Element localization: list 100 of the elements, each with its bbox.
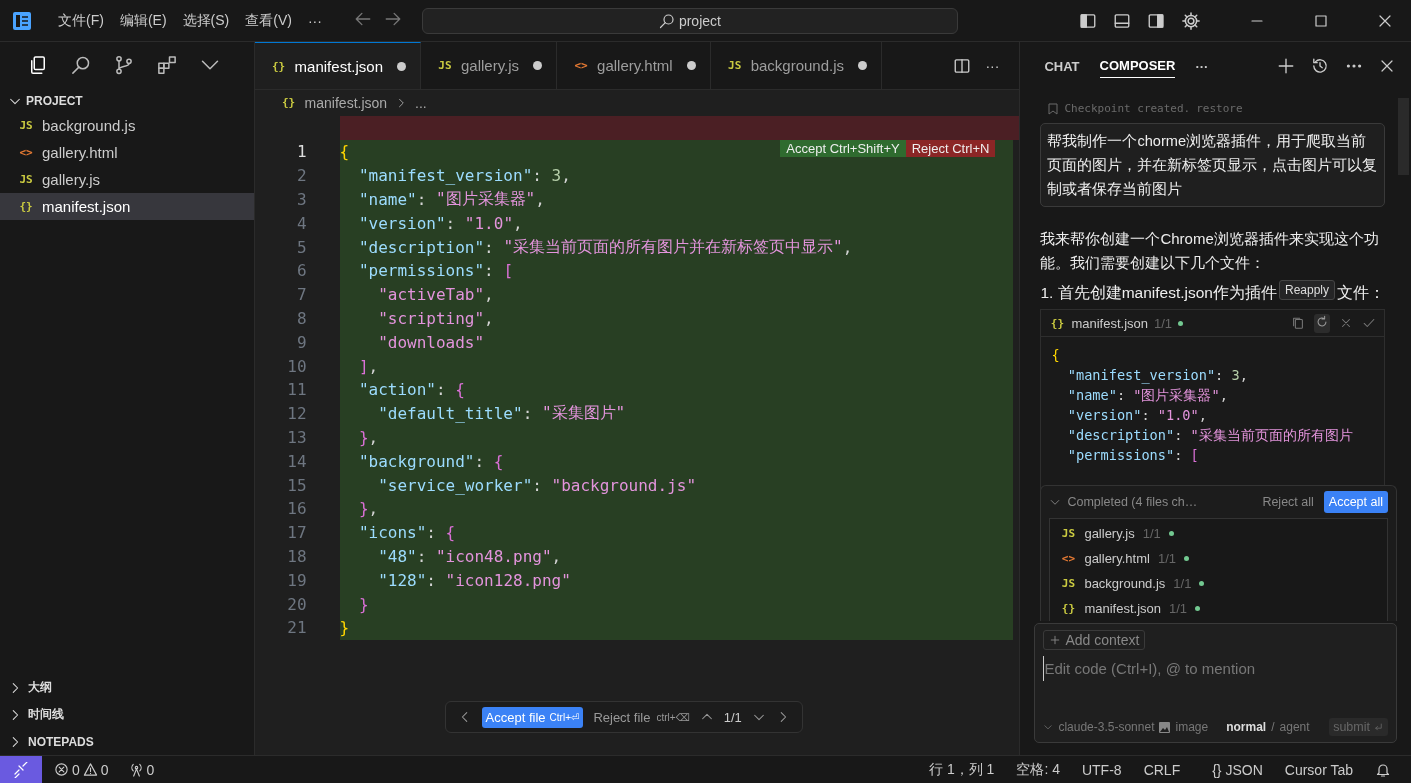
- close-icon[interactable]: [1379, 58, 1395, 74]
- remote-icon[interactable]: [13, 761, 29, 778]
- code-token: }: [357, 427, 369, 447]
- changed-file-item[interactable]: {} manifest.json 1/1: [1050, 596, 1387, 621]
- changed-file-item[interactable]: <> gallery.html 1/1: [1050, 546, 1387, 571]
- code-token: :: [484, 237, 495, 257]
- line-number: 13: [286, 427, 308, 447]
- panel-tab[interactable]: CHAT: [1044, 54, 1080, 78]
- status-item[interactable]: 行 1，列 1: [929, 760, 995, 779]
- accept-change-button[interactable]: Accept Ctrl+Shift+Y: [780, 140, 906, 157]
- line-number: 18: [286, 546, 308, 566]
- bell-icon[interactable]: [1375, 761, 1391, 778]
- section-title[interactable]: PROJECT: [26, 94, 83, 108]
- history-icon[interactable]: [1311, 57, 1329, 75]
- files-icon[interactable]: [28, 54, 48, 75]
- command-search-field[interactable]: project: [421, 7, 958, 34]
- file-type-icon: {}: [1060, 602, 1077, 615]
- code-token: }: [357, 594, 369, 614]
- add-context-button[interactable]: Add context: [1043, 630, 1146, 650]
- code-token: "default_title": [377, 404, 523, 424]
- breadcrumb-item[interactable]: ...: [415, 94, 427, 111]
- code-token: "48": [377, 546, 417, 566]
- file-type-icon: {}: [280, 96, 297, 109]
- line-number: 9: [295, 332, 308, 352]
- model-selector[interactable]: claude-3.5-sonnet: [1058, 720, 1155, 734]
- sidebar-toggle-icon[interactable]: [1079, 11, 1097, 30]
- file-item[interactable]: JS background.js: [0, 112, 254, 139]
- file-type-icon: {}: [18, 200, 34, 213]
- file-type-icon: JS: [18, 173, 34, 186]
- right-sidebar-icon[interactable]: [1147, 11, 1165, 30]
- code-token: "scripting": [377, 308, 485, 328]
- changed-file-item[interactable]: JS background.js 1/1: [1050, 571, 1387, 596]
- line-number: 8: [295, 308, 308, 328]
- panel-tab[interactable]: COMPOSER: [1099, 54, 1176, 78]
- line-number: 16: [286, 499, 308, 519]
- line-number: 3: [295, 190, 308, 209]
- code-token: ,: [368, 499, 379, 519]
- code-token: "name": [357, 190, 417, 209]
- status-item[interactable]: CRLF: [1143, 761, 1181, 778]
- panel-toggle-icon[interactable]: [1113, 11, 1131, 30]
- code-token: :: [1174, 447, 1184, 463]
- forward-arrow-icon[interactable]: [383, 10, 402, 28]
- language-indicator[interactable]: {} JSON: [1212, 761, 1263, 778]
- ports-indicator[interactable]: 0: [128, 761, 155, 778]
- code-token: ,: [561, 166, 571, 186]
- problems-indicator[interactable]: 0 0: [54, 761, 109, 778]
- code-token: "图片采集器": [435, 189, 536, 210]
- section-title[interactable]: 时间线: [28, 706, 64, 723]
- status-item[interactable]: Cursor Tab: [1284, 761, 1353, 778]
- mode-option[interactable]: normal: [1226, 720, 1267, 734]
- more-button[interactable]: ···: [985, 57, 1000, 74]
- plus-icon[interactable]: [1277, 57, 1295, 75]
- breadcrumb-item[interactable]: manifest.json: [304, 94, 388, 111]
- section-title[interactable]: 大纲: [28, 679, 52, 696]
- warning-icon[interactable]: [82, 762, 98, 777]
- image-button[interactable]: image: [1175, 720, 1209, 734]
- status-item[interactable]: UTF-8: [1081, 761, 1122, 778]
- menu-item[interactable]: 查看(V): [237, 7, 300, 34]
- file-type-icon: {}: [270, 59, 287, 73]
- maximize-icon[interactable]: [1313, 12, 1329, 29]
- accept-file-button[interactable]: Accept file Ctrl+⏎: [481, 706, 584, 728]
- code-token: :: [1141, 407, 1151, 423]
- prompt-input-field[interactable]: Edit code (Ctrl+I), @ to mention: [1043, 656, 1389, 681]
- code-token: "采集当前页面的所有图片: [1190, 427, 1353, 443]
- status-item[interactable]: 空格: 4: [1016, 760, 1060, 779]
- search-icon[interactable]: [71, 54, 91, 75]
- menu-item[interactable]: 编辑(E): [111, 7, 175, 34]
- more-menu[interactable]: ···: [299, 8, 330, 33]
- menu-item[interactable]: 选择(S): [174, 7, 238, 34]
- code-token: :: [522, 404, 534, 424]
- copy-icon[interactable]: [1291, 316, 1305, 330]
- plus-icon[interactable]: [1049, 634, 1062, 646]
- accept-all-button[interactable]: Accept all: [1323, 491, 1388, 513]
- settings-icon[interactable]: [1181, 10, 1201, 31]
- file-item[interactable]: {} manifest.json: [0, 193, 254, 220]
- code-token: "1.0": [1157, 407, 1199, 423]
- branch-icon[interactable]: [114, 54, 134, 75]
- extensions-icon[interactable]: [157, 54, 177, 75]
- back-arrow-icon[interactable]: [353, 10, 372, 28]
- more-button[interactable]: ···: [1195, 58, 1209, 74]
- editor-tab[interactable]: {} manifest.json: [254, 42, 421, 89]
- reject-file-button[interactable]: Reject file ctrl+⌫: [593, 709, 690, 725]
- completed-title[interactable]: Completed (4 files ch…: [1067, 495, 1198, 509]
- reapply-icon[interactable]: [1315, 314, 1329, 329]
- mode-option[interactable]: agent: [1279, 720, 1310, 734]
- changed-file-item[interactable]: JS gallery.js 1/1: [1050, 521, 1387, 546]
- search-icon[interactable]: [658, 12, 675, 29]
- reject-change-button[interactable]: Reject Ctrl+N: [905, 140, 996, 157]
- code-token: {: [455, 380, 465, 400]
- code-token: "description": [357, 237, 485, 257]
- section-title[interactable]: NOTEPADS: [28, 734, 94, 749]
- file-item[interactable]: <> gallery.html: [0, 139, 254, 166]
- code-token: "manifest_version": [1066, 367, 1216, 383]
- error-icon[interactable]: [54, 762, 69, 777]
- menu-item[interactable]: 文件(F): [50, 7, 112, 34]
- reject-all-button[interactable]: Reject all: [1262, 495, 1314, 509]
- check-icon[interactable]: [1362, 316, 1376, 330]
- file-item[interactable]: JS gallery.js: [0, 166, 254, 193]
- antenna-icon[interactable]: [128, 762, 144, 777]
- split-editor-icon[interactable]: [953, 56, 972, 75]
